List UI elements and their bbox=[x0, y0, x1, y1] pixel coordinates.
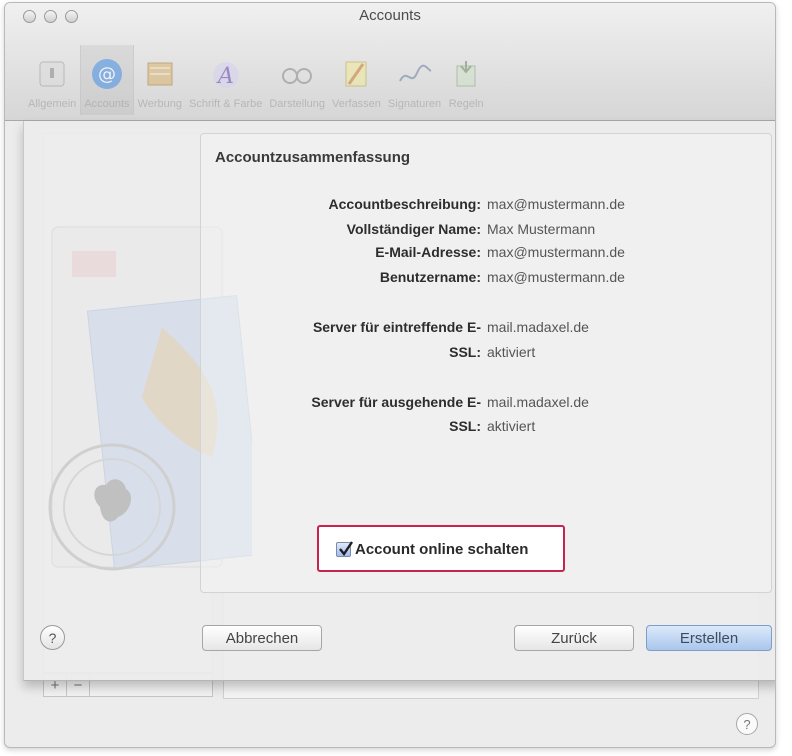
row-value: Max Mustermann bbox=[487, 221, 596, 237]
rules-icon bbox=[448, 56, 484, 92]
svg-text:A: A bbox=[216, 64, 234, 89]
row-label: SSL: bbox=[449, 418, 481, 434]
toolbar-item-verfassen[interactable]: Verfassen bbox=[329, 45, 384, 115]
toolbar-item-darstellung[interactable]: Darstellung bbox=[266, 45, 328, 115]
row-label: Server für ausgehende E- bbox=[311, 394, 481, 410]
at-sign-icon: @ bbox=[89, 56, 125, 92]
toolbar-item-signaturen[interactable]: Signaturen bbox=[385, 45, 444, 115]
switch-icon bbox=[34, 56, 70, 92]
row-value: mail.madaxel.de bbox=[487, 319, 589, 335]
pencil-icon bbox=[338, 56, 374, 92]
preferences-toolbar: Allgemein @ Accounts Werbung A Schrift &… bbox=[25, 45, 487, 115]
help-button[interactable]: ? bbox=[40, 625, 65, 650]
create-button[interactable]: Erstellen bbox=[646, 625, 772, 651]
window-title: Accounts bbox=[359, 7, 421, 24]
preferences-window: Accounts Allgemein @ Accounts Werbung A … bbox=[4, 2, 776, 748]
row-label: Vollständiger Name: bbox=[346, 221, 481, 237]
row-label: Benutzername: bbox=[379, 269, 481, 285]
back-button[interactable]: Zurück bbox=[514, 625, 634, 651]
summary-heading: Accountzusammenfassung bbox=[215, 149, 411, 166]
glasses-icon bbox=[279, 56, 315, 92]
row-label: SSL: bbox=[449, 344, 481, 360]
account-summary-panel: Accountzusammenfassung Accountbeschreibu… bbox=[200, 133, 772, 593]
cancel-button[interactable]: Abbrechen bbox=[202, 625, 322, 651]
font-color-icon: A bbox=[208, 56, 244, 92]
row-label: Accountbeschreibung: bbox=[328, 196, 481, 212]
row-value: max@mustermann.de bbox=[487, 244, 625, 260]
signature-icon bbox=[397, 56, 433, 92]
account-online-highlight: Account online schalten bbox=[317, 525, 565, 572]
toolbar-item-werbung[interactable]: Werbung bbox=[135, 45, 185, 115]
row-value: max@mustermann.de bbox=[487, 196, 625, 212]
account-online-checkbox[interactable] bbox=[336, 541, 353, 557]
row-label: E-Mail-Adresse: bbox=[375, 244, 481, 260]
row-value: aktiviert bbox=[487, 418, 536, 434]
svg-text:@: @ bbox=[98, 64, 116, 85]
account-online-label[interactable]: Account online schalten bbox=[355, 541, 528, 558]
toolbar-item-accounts[interactable]: @ Accounts bbox=[80, 45, 134, 115]
account-setup-sheet: Accountzusammenfassung Accountbeschreibu… bbox=[23, 121, 775, 681]
toolbar-item-regeln[interactable]: Regeln bbox=[445, 45, 487, 115]
row-value: mail.madaxel.de bbox=[487, 394, 589, 410]
checkmark-icon bbox=[339, 541, 353, 557]
window-help-button[interactable]: ? bbox=[736, 713, 758, 735]
title-bar: Accounts Allgemein @ Accounts Werbung A … bbox=[5, 3, 775, 121]
toolbar-item-allgemein[interactable]: Allgemein bbox=[25, 45, 79, 115]
row-value: aktiviert bbox=[487, 344, 536, 360]
junk-mail-icon bbox=[142, 56, 178, 92]
row-value: max@mustermann.de bbox=[487, 269, 625, 285]
toolbar-item-schrift-farbe[interactable]: A Schrift & Farbe bbox=[186, 45, 265, 115]
row-label: Server für eintreffende E- bbox=[312, 319, 481, 335]
